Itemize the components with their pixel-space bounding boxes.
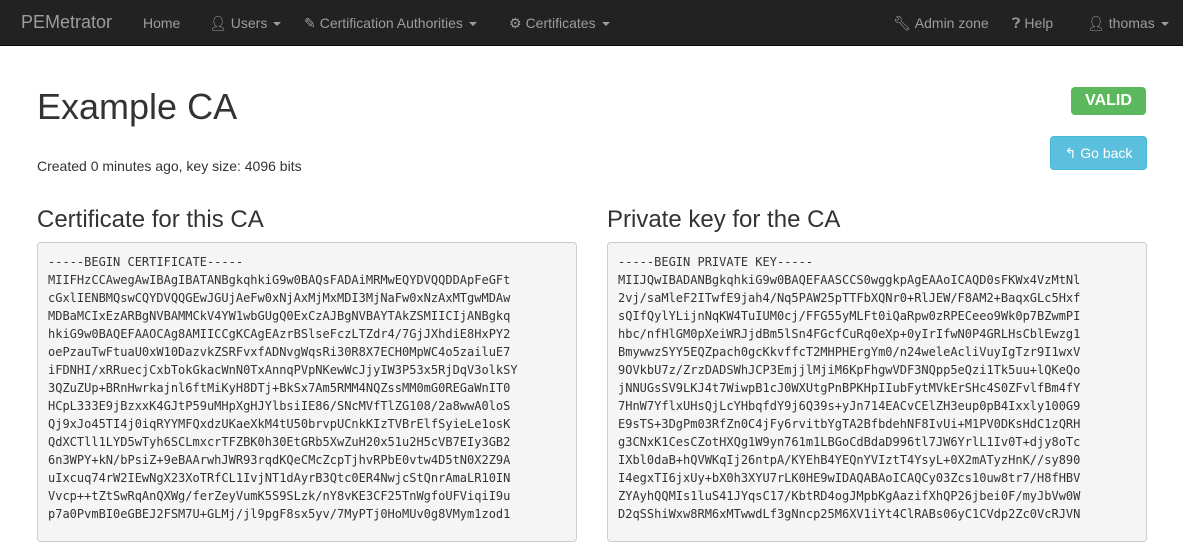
nav-certificates-label: Certificates (525, 15, 596, 31)
cert-line: iFDNHI/xRRuecjCxbTokGkacWnN0TxAnnqPVpNKe… (48, 363, 518, 377)
cert-line: 6n3WPY+kN/bPsiZ+9eBAArwhJWR93rqdKQeCMcZc… (48, 453, 511, 467)
key-line: D2qSShiWxw8RM6xMTwwdLf3gNncp25M6XV1iYt4C… (618, 507, 1081, 521)
wrench-icon: 🔧︎ (893, 15, 911, 31)
key-line: IXbl0daB+hQVWKqIj26ntpA/KYEhB4YEQnYVIztT… (618, 453, 1081, 467)
key-line: BmywwzSYY5EQZpach0gcKkvffcT2MHPHErgYm0/n… (618, 345, 1081, 359)
brand-link[interactable]: PEMetrator (21, 12, 112, 33)
go-back-label: Go back (1080, 145, 1133, 161)
cert-line: 3QZuZUp+BRnHwrkajnl6ftMiKyH8DTj+BkSx7Am5… (48, 381, 511, 395)
key-line: 7HnW7YflxUHsQjLcYHbqfdY9j6Q39s+yJn714EAC… (618, 399, 1081, 413)
certificate-pem-box[interactable]: -----BEGIN CERTIFICATE----- MIIFHzCCAweg… (37, 242, 577, 542)
nav-user-label: thomas (1108, 15, 1155, 31)
cert-line: -----BEGIN CERTIFICATE----- (48, 255, 244, 269)
pencil-icon: ✎ (304, 15, 316, 31)
cert-line: QdXCTll1LYD5wTyh6SCLmxcrTFZBK0h30EtGRb5X… (48, 435, 511, 449)
nav-home[interactable]: Home (143, 15, 180, 31)
go-back-button[interactable]: ↰ Go back (1050, 136, 1147, 170)
chevron-down-icon (468, 22, 477, 27)
nav-help-label: Help (1024, 15, 1054, 31)
gear-icon: ⚙ (509, 15, 522, 31)
key-line: jNNUGsSV9LKJ4t7WiwpB1cJ0WXUtgPnBPKHpIIub… (618, 381, 1081, 395)
cert-line: Qj9xJo45TI4j0iqRYYMFQxdzUKaeXkM4tU50brvp… (48, 417, 511, 431)
nav-certification-authorities[interactable]: ✎ Certification Authorities (304, 15, 477, 32)
private-key-pem-box[interactable]: -----BEGIN PRIVATE KEY----- MIIJQwIBADAN… (607, 242, 1147, 542)
nav-cas-label: Certification Authorities (319, 15, 463, 31)
user-icon: 👤︎ (1087, 15, 1105, 31)
cert-line: Vvcp++tZtSwRqAnQXWg/ferZeyVumK5S9SLzk/nY… (48, 489, 511, 503)
cert-line: MDBaMCIxEzARBgNVBAMMCkV4YW1wbGUgQ0ExCzAJ… (48, 309, 511, 323)
page-title: Example CA (37, 86, 238, 127)
cert-line: p7a0PvmBI0eGBEJ2FSM7U+GLMj/jl9pgF8sx5yv/… (48, 507, 511, 521)
nav-users-label: Users (230, 15, 268, 31)
certificate-heading: Certificate for this CA (37, 206, 264, 233)
key-line: MIIJQwIBADANBgkqhkiG9w0BAQEFAASCCS0wggkp… (618, 273, 1081, 287)
cert-line: hkiG9w0BAQEFAAOCAg8AMIICCgKCAgEAzrBSlseF… (48, 327, 511, 341)
key-line: 2vj/saMleF2ITwfE9jah4/Nq5PAW25pTTFbXQNr0… (618, 291, 1081, 305)
nav-admin-zone[interactable]: 🔧︎ Admin zone (893, 15, 989, 32)
navbar: PEMetrator Home 👤︎ Users ✎ Certification A… (0, 0, 1183, 46)
cert-line: cGxlIENBMQswCQYDVQQGEwJGUjAeFw0xNjAxMjMx… (48, 291, 511, 305)
ca-meta-info: Created 0 minutes ago, key size: 4096 bi… (37, 158, 302, 174)
key-line: sQIfQylYLijnNqKW4TuIUM0cj/FFG55yMLFt0iQa… (618, 309, 1081, 323)
cert-line: uIxcuq74rW2IEwNgX23XoTRfCL1IvjNT1dAyrB3Q… (48, 471, 511, 485)
reply-icon: ↰ (1064, 145, 1077, 161)
nav-users[interactable]: 👤︎ Users (209, 15, 282, 32)
key-line: -----BEGIN PRIVATE KEY----- (618, 255, 814, 269)
key-line: ZYAyhQQMIs1luS41JYqsC17/KbtRD4ogJMpbKgAa… (618, 489, 1081, 503)
key-line: E9sTS+3DgPm03RfZn0C4jFy6rvitbYgTA2Bfbdeh… (618, 417, 1081, 431)
status-badge: VALID (1071, 87, 1146, 115)
chevron-down-icon (1160, 22, 1169, 27)
key-line: hbc/nfHlGM0pXeiWRJjdBm5lSn4FGcfCuRq0eXp+… (618, 327, 1081, 341)
nav-certificates[interactable]: ⚙ Certificates (509, 15, 610, 32)
key-line: 9OVkbU7z/ZrzDADSWhJCP3EmjjlMjiM6KpFhgwVD… (618, 363, 1081, 377)
chevron-down-icon (273, 22, 282, 27)
chevron-down-icon (601, 22, 610, 27)
cert-line: MIIFHzCCAwegAwIBAgIBATANBgkqhkiG9w0BAQsF… (48, 273, 511, 287)
question-icon: ❓︎ (1012, 15, 1021, 31)
key-line: g3CNxK1CesCZotHXQg1W9yn761m1LBGoCdBdaD99… (618, 435, 1081, 449)
private-key-heading: Private key for the CA (607, 206, 841, 233)
cert-line: HCpL333E9jBzxxK4GJtP59uMHpXgHJYlbsiIE86/… (48, 399, 511, 413)
nav-admin-label: Admin zone (914, 15, 989, 31)
nav-user-menu[interactable]: 👤︎ thomas (1087, 15, 1169, 32)
nav-help[interactable]: ❓︎ Help (1012, 15, 1053, 32)
key-line: I4egxTI6jxUy+bX0h3XYU7rLK0HE9wIDAQABAoIC… (618, 471, 1081, 485)
cert-line: oePzauTwFtuaU0xW10DazvkZSRFvxfADNvgWqsRi… (48, 345, 511, 359)
user-icon: 👤︎ (209, 15, 227, 31)
